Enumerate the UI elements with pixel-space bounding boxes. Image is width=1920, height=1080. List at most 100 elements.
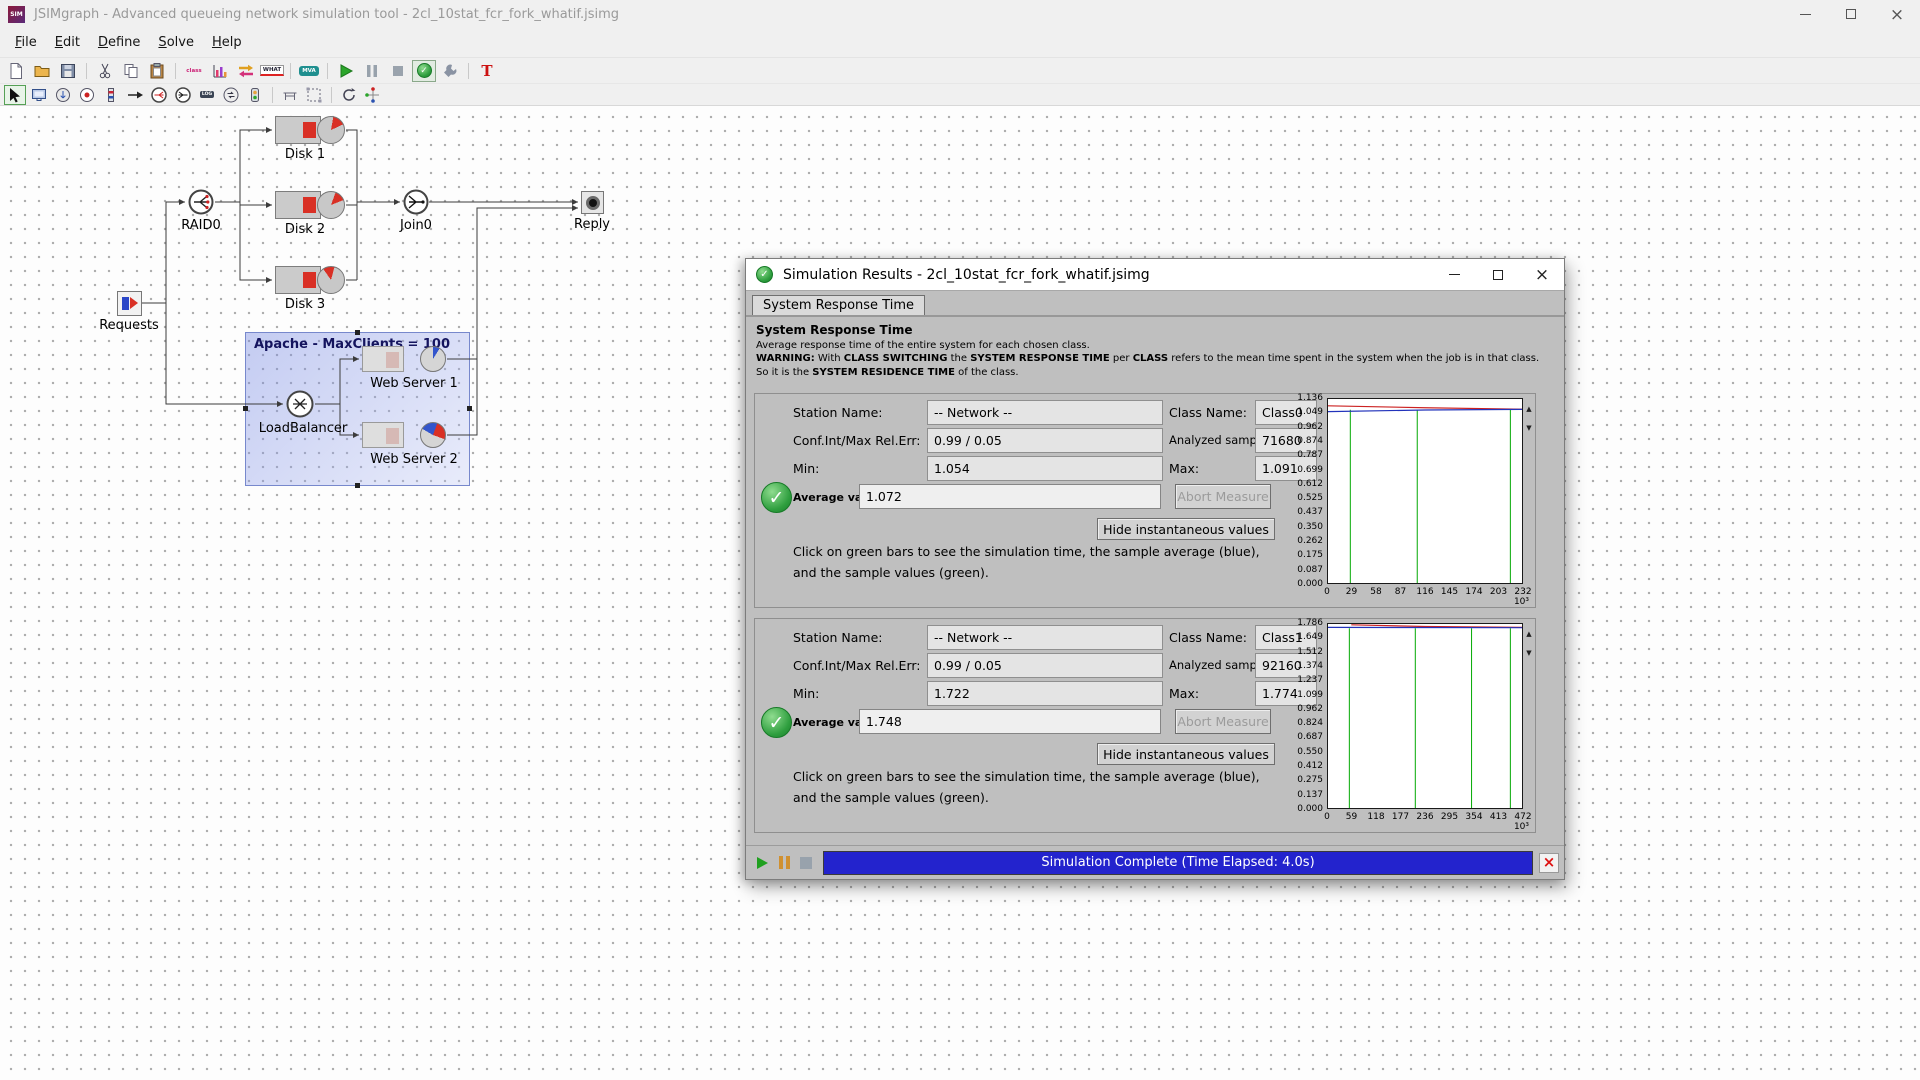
class-name-label: Class Name: bbox=[1169, 405, 1247, 420]
menu-define[interactable]: Define bbox=[89, 30, 149, 55]
paste-button[interactable] bbox=[145, 60, 169, 82]
logger-icon: LOG bbox=[199, 91, 215, 98]
abort-measure-button[interactable]: Abort Measure bbox=[1175, 709, 1271, 734]
add-fork-button[interactable] bbox=[148, 85, 170, 105]
mva-solver-button[interactable]: MVA bbox=[297, 60, 321, 82]
dialog-close-button[interactable] bbox=[1520, 259, 1564, 290]
stop-simulation-button[interactable] bbox=[386, 60, 410, 82]
hide-instantaneous-button[interactable]: Hide instantaneous values bbox=[1097, 518, 1275, 540]
response-time-chart-class1[interactable]: 1.786 1.649 1.512 1.374 1.237 1.099 0.962 0.824… bbox=[1295, 619, 1531, 833]
add-delay-button[interactable] bbox=[100, 85, 122, 105]
close-button[interactable] bbox=[1874, 0, 1920, 28]
node-label: Web Server 1 bbox=[370, 376, 458, 391]
toolbar-separator bbox=[290, 62, 291, 79]
station-monitor-icon bbox=[32, 88, 46, 101]
queue-icon bbox=[275, 266, 321, 294]
pause-simulation-button[interactable] bbox=[360, 60, 384, 82]
pause-simulation-button[interactable] bbox=[774, 853, 794, 873]
edit-measures-button[interactable] bbox=[208, 60, 232, 82]
maximize-button[interactable] bbox=[1828, 0, 1874, 28]
dialog-titlebar[interactable]: Simulation Results - 2cl_10stat_fcr_fork… bbox=[746, 259, 1564, 291]
copy-button[interactable] bbox=[119, 60, 143, 82]
scroll-up-icon[interactable] bbox=[1526, 396, 1531, 415]
insert-text-button[interactable]: T bbox=[475, 60, 499, 82]
new-file-button[interactable] bbox=[4, 60, 28, 82]
average-value-field[interactable]: 1.748 bbox=[859, 709, 1161, 734]
pause-icon bbox=[367, 64, 377, 77]
chart-plot-area[interactable] bbox=[1327, 398, 1523, 584]
paste-clipboard-icon bbox=[150, 62, 164, 78]
toolbar-separator bbox=[331, 86, 332, 103]
add-link-button[interactable] bbox=[124, 85, 146, 105]
join-node-icon bbox=[403, 189, 429, 219]
response-time-chart-class0[interactable]: 1.136 1.049 0.962 0.874 0.787 0.699 0.612 0.525… bbox=[1295, 394, 1531, 608]
menu-solve[interactable]: Solve bbox=[149, 30, 203, 55]
abort-measure-button[interactable]: Abort Measure bbox=[1175, 484, 1271, 509]
dialog-maximize-button[interactable] bbox=[1476, 259, 1520, 290]
exchange-results-button[interactable] bbox=[234, 60, 258, 82]
min-value: 1.722 bbox=[927, 681, 1163, 706]
add-station-button[interactable] bbox=[28, 85, 50, 105]
node-label: Disk 1 bbox=[284, 147, 326, 162]
minimize-button[interactable] bbox=[1782, 0, 1828, 28]
dialog-title: Simulation Results - 2cl_10stat_fcr_fork… bbox=[783, 266, 1150, 283]
scroll-down-icon[interactable] bbox=[1526, 640, 1531, 659]
edit-classes-button[interactable]: class bbox=[182, 60, 206, 82]
max-label: Max: bbox=[1169, 686, 1200, 701]
select-tool-button[interactable] bbox=[4, 84, 26, 105]
average-value-field[interactable]: 1.072 bbox=[859, 484, 1161, 509]
node-label: Disk 2 bbox=[284, 222, 326, 237]
dialog-minimize-button[interactable] bbox=[1432, 259, 1476, 290]
abort-all-button[interactable] bbox=[1539, 852, 1559, 873]
node-label: Reply bbox=[573, 217, 611, 232]
tab-system-response-time[interactable]: System Response Time bbox=[752, 295, 925, 315]
hide-instantaneous-button[interactable]: Hide instantaneous values bbox=[1097, 743, 1275, 765]
toolbar-separator bbox=[327, 62, 328, 79]
toolbar-separator bbox=[272, 86, 273, 103]
menu-help[interactable]: Help bbox=[203, 30, 251, 55]
conf-int-label: Conf.Int/Max Rel.Err: bbox=[793, 658, 921, 673]
open-file-button[interactable] bbox=[30, 60, 54, 82]
add-sink-button[interactable] bbox=[76, 85, 98, 105]
scroll-down-icon[interactable] bbox=[1526, 415, 1531, 434]
network-canvas[interactable]: Apache - MaxClients = 100 Requests RAID0… bbox=[0, 106, 1920, 1080]
resume-simulation-button[interactable] bbox=[752, 853, 772, 873]
min-label: Min: bbox=[793, 686, 820, 701]
add-logger-button[interactable]: LOG bbox=[196, 85, 218, 105]
results-tab-bar: System Response Time bbox=[746, 291, 1564, 317]
measure-success-icon bbox=[761, 482, 792, 513]
source-station-icon bbox=[117, 291, 142, 316]
parameters-button[interactable] bbox=[438, 60, 462, 82]
source-red-arrow bbox=[130, 297, 138, 309]
cut-button[interactable] bbox=[93, 60, 117, 82]
add-connector-button[interactable] bbox=[362, 85, 384, 105]
chart-plot-area[interactable] bbox=[1327, 623, 1523, 809]
add-table-button[interactable] bbox=[279, 85, 301, 105]
simulation-results-dialog[interactable]: Simulation Results - 2cl_10stat_fcr_fork… bbox=[745, 258, 1565, 880]
what-if-button[interactable]: WHAT bbox=[259, 60, 285, 82]
window-titlebar: SIM JSIMgraph - Advanced queueing networ… bbox=[0, 0, 1920, 28]
panel-scroll-arrows[interactable] bbox=[1524, 621, 1534, 659]
add-region-button[interactable] bbox=[303, 85, 325, 105]
scroll-up-icon[interactable] bbox=[1526, 621, 1531, 640]
add-class-switch-button[interactable] bbox=[220, 85, 242, 105]
add-source-button[interactable] bbox=[52, 85, 74, 105]
queue-icon bbox=[275, 116, 321, 144]
add-join-button[interactable] bbox=[172, 85, 194, 105]
rotate-component-button[interactable] bbox=[338, 85, 360, 105]
source-icon bbox=[56, 87, 70, 102]
save-button[interactable] bbox=[56, 60, 80, 82]
window-title: JSIMgraph - Advanced queueing network si… bbox=[34, 6, 620, 22]
add-semaphore-button[interactable] bbox=[244, 85, 266, 105]
draw-toolbar: LOG bbox=[0, 84, 1920, 106]
start-simulation-button[interactable] bbox=[334, 60, 358, 82]
simulation-progress-bar: Simulation Complete (Time Elapsed: 4.0s) bbox=[823, 850, 1533, 875]
maximize-icon bbox=[1493, 269, 1503, 280]
menu-file[interactable]: File bbox=[6, 30, 46, 55]
menu-edit[interactable]: Edit bbox=[46, 30, 89, 55]
fork-node-icon bbox=[188, 189, 214, 219]
stop-simulation-button[interactable] bbox=[796, 853, 816, 873]
panel-scroll-arrows[interactable] bbox=[1524, 396, 1534, 434]
show-results-button[interactable] bbox=[412, 59, 436, 82]
class-name-label: Class Name: bbox=[1169, 630, 1247, 645]
